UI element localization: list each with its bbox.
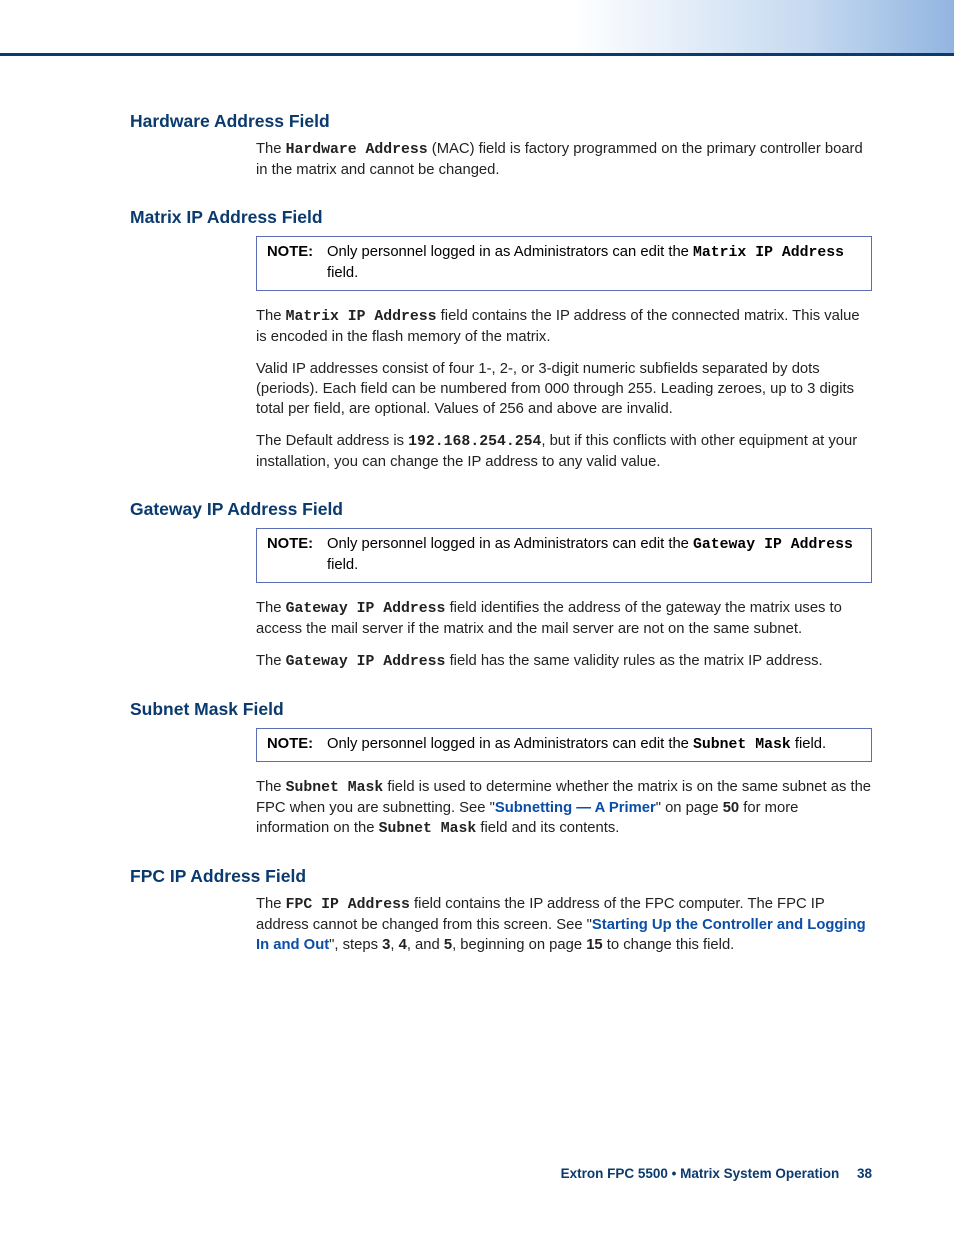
heading-subnet-mask: Subnet Mask Field (130, 699, 872, 720)
default-ip-value: 192.168.254.254 (408, 434, 541, 450)
page-ref: 50 (723, 800, 739, 816)
text: The (256, 141, 286, 157)
text: Only personnel logged in as Administrato… (327, 736, 693, 752)
text: The (256, 896, 286, 912)
paragraph: The FPC IP Address field contains the IP… (256, 895, 872, 956)
heading-hardware-address: Hardware Address Field (130, 111, 872, 132)
field-name-matrix-ip: Matrix IP Address (693, 245, 844, 261)
note-label: NOTE: (267, 735, 327, 756)
note-box-gateway: NOTE: Only personnel logged in as Admini… (256, 528, 872, 583)
text: field and its contents. (476, 820, 619, 836)
heading-matrix-ip: Matrix IP Address Field (130, 207, 872, 228)
text: field. (327, 265, 358, 281)
field-name-fpc-ip: FPC IP Address (286, 897, 410, 913)
note-text: Only personnel logged in as Administrato… (327, 535, 861, 576)
text: field. (327, 557, 358, 573)
body-fpc-ip: The FPC IP Address field contains the IP… (256, 895, 872, 956)
text: , (390, 937, 398, 953)
text: The (256, 653, 286, 669)
step-ref: 4 (399, 937, 407, 953)
field-name-gateway-ip: Gateway IP Address (286, 601, 446, 617)
text: to change this field. (603, 937, 735, 953)
text: The (256, 779, 286, 795)
field-name-gateway-ip: Gateway IP Address (286, 654, 446, 670)
text: The Default address is (256, 433, 408, 449)
paragraph: The Default address is 192.168.254.254, … (256, 432, 872, 473)
note-box-subnet: NOTE: Only personnel logged in as Admini… (256, 728, 872, 763)
paragraph: The Subnet Mask field is used to determi… (256, 778, 872, 840)
text: Only personnel logged in as Administrato… (327, 536, 693, 552)
field-name-hardware-address: Hardware Address (286, 142, 428, 158)
note-text: Only personnel logged in as Administrato… (327, 735, 861, 756)
text: Only personnel logged in as Administrato… (327, 244, 693, 260)
body-hardware-address: The Hardware Address (MAC) field is fact… (256, 140, 872, 181)
text: The (256, 308, 286, 324)
body-subnet-mask: NOTE: Only personnel logged in as Admini… (256, 728, 872, 841)
field-name-subnet-mask: Subnet Mask (286, 780, 384, 796)
text: ", steps (329, 937, 382, 953)
text: field. (791, 736, 826, 752)
footer-title: Extron FPC 5500 • Matrix System Operatio… (561, 1166, 840, 1181)
field-name-matrix-ip: Matrix IP Address (286, 309, 437, 325)
note-label: NOTE: (267, 243, 327, 284)
field-name-subnet-mask: Subnet Mask (693, 737, 791, 753)
heading-gateway-ip: Gateway IP Address Field (130, 499, 872, 520)
note-label: NOTE: (267, 535, 327, 576)
field-name-gateway-ip: Gateway IP Address (693, 537, 853, 553)
page-number: 38 (857, 1166, 872, 1181)
text: , and (407, 937, 444, 953)
body-gateway-ip: NOTE: Only personnel logged in as Admini… (256, 528, 872, 673)
text: field has the same validity rules as the… (445, 653, 822, 669)
link-subnetting-primer[interactable]: Subnetting — A Primer (495, 800, 656, 816)
step-ref: 5 (444, 937, 452, 953)
page-header-bar (0, 0, 954, 56)
paragraph: The Gateway IP Address field has the sam… (256, 652, 872, 673)
note-text: Only personnel logged in as Administrato… (327, 243, 861, 284)
text: , beginning on page (452, 937, 586, 953)
paragraph: The Hardware Address (MAC) field is fact… (256, 140, 872, 181)
paragraph: The Gateway IP Address field identifies … (256, 599, 872, 640)
page-ref: 15 (586, 937, 602, 953)
page-content: Hardware Address Field The Hardware Addr… (0, 56, 954, 956)
paragraph: The Matrix IP Address field contains the… (256, 307, 872, 348)
text: The (256, 600, 286, 616)
field-name-subnet-mask: Subnet Mask (379, 821, 477, 837)
text: " on page (656, 800, 723, 816)
page-footer: Extron FPC 5500 • Matrix System Operatio… (561, 1166, 872, 1181)
note-box-matrix: NOTE: Only personnel logged in as Admini… (256, 236, 872, 291)
paragraph: Valid IP addresses consist of four 1-, 2… (256, 360, 872, 420)
heading-fpc-ip: FPC IP Address Field (130, 866, 872, 887)
body-matrix-ip: NOTE: Only personnel logged in as Admini… (256, 236, 872, 473)
